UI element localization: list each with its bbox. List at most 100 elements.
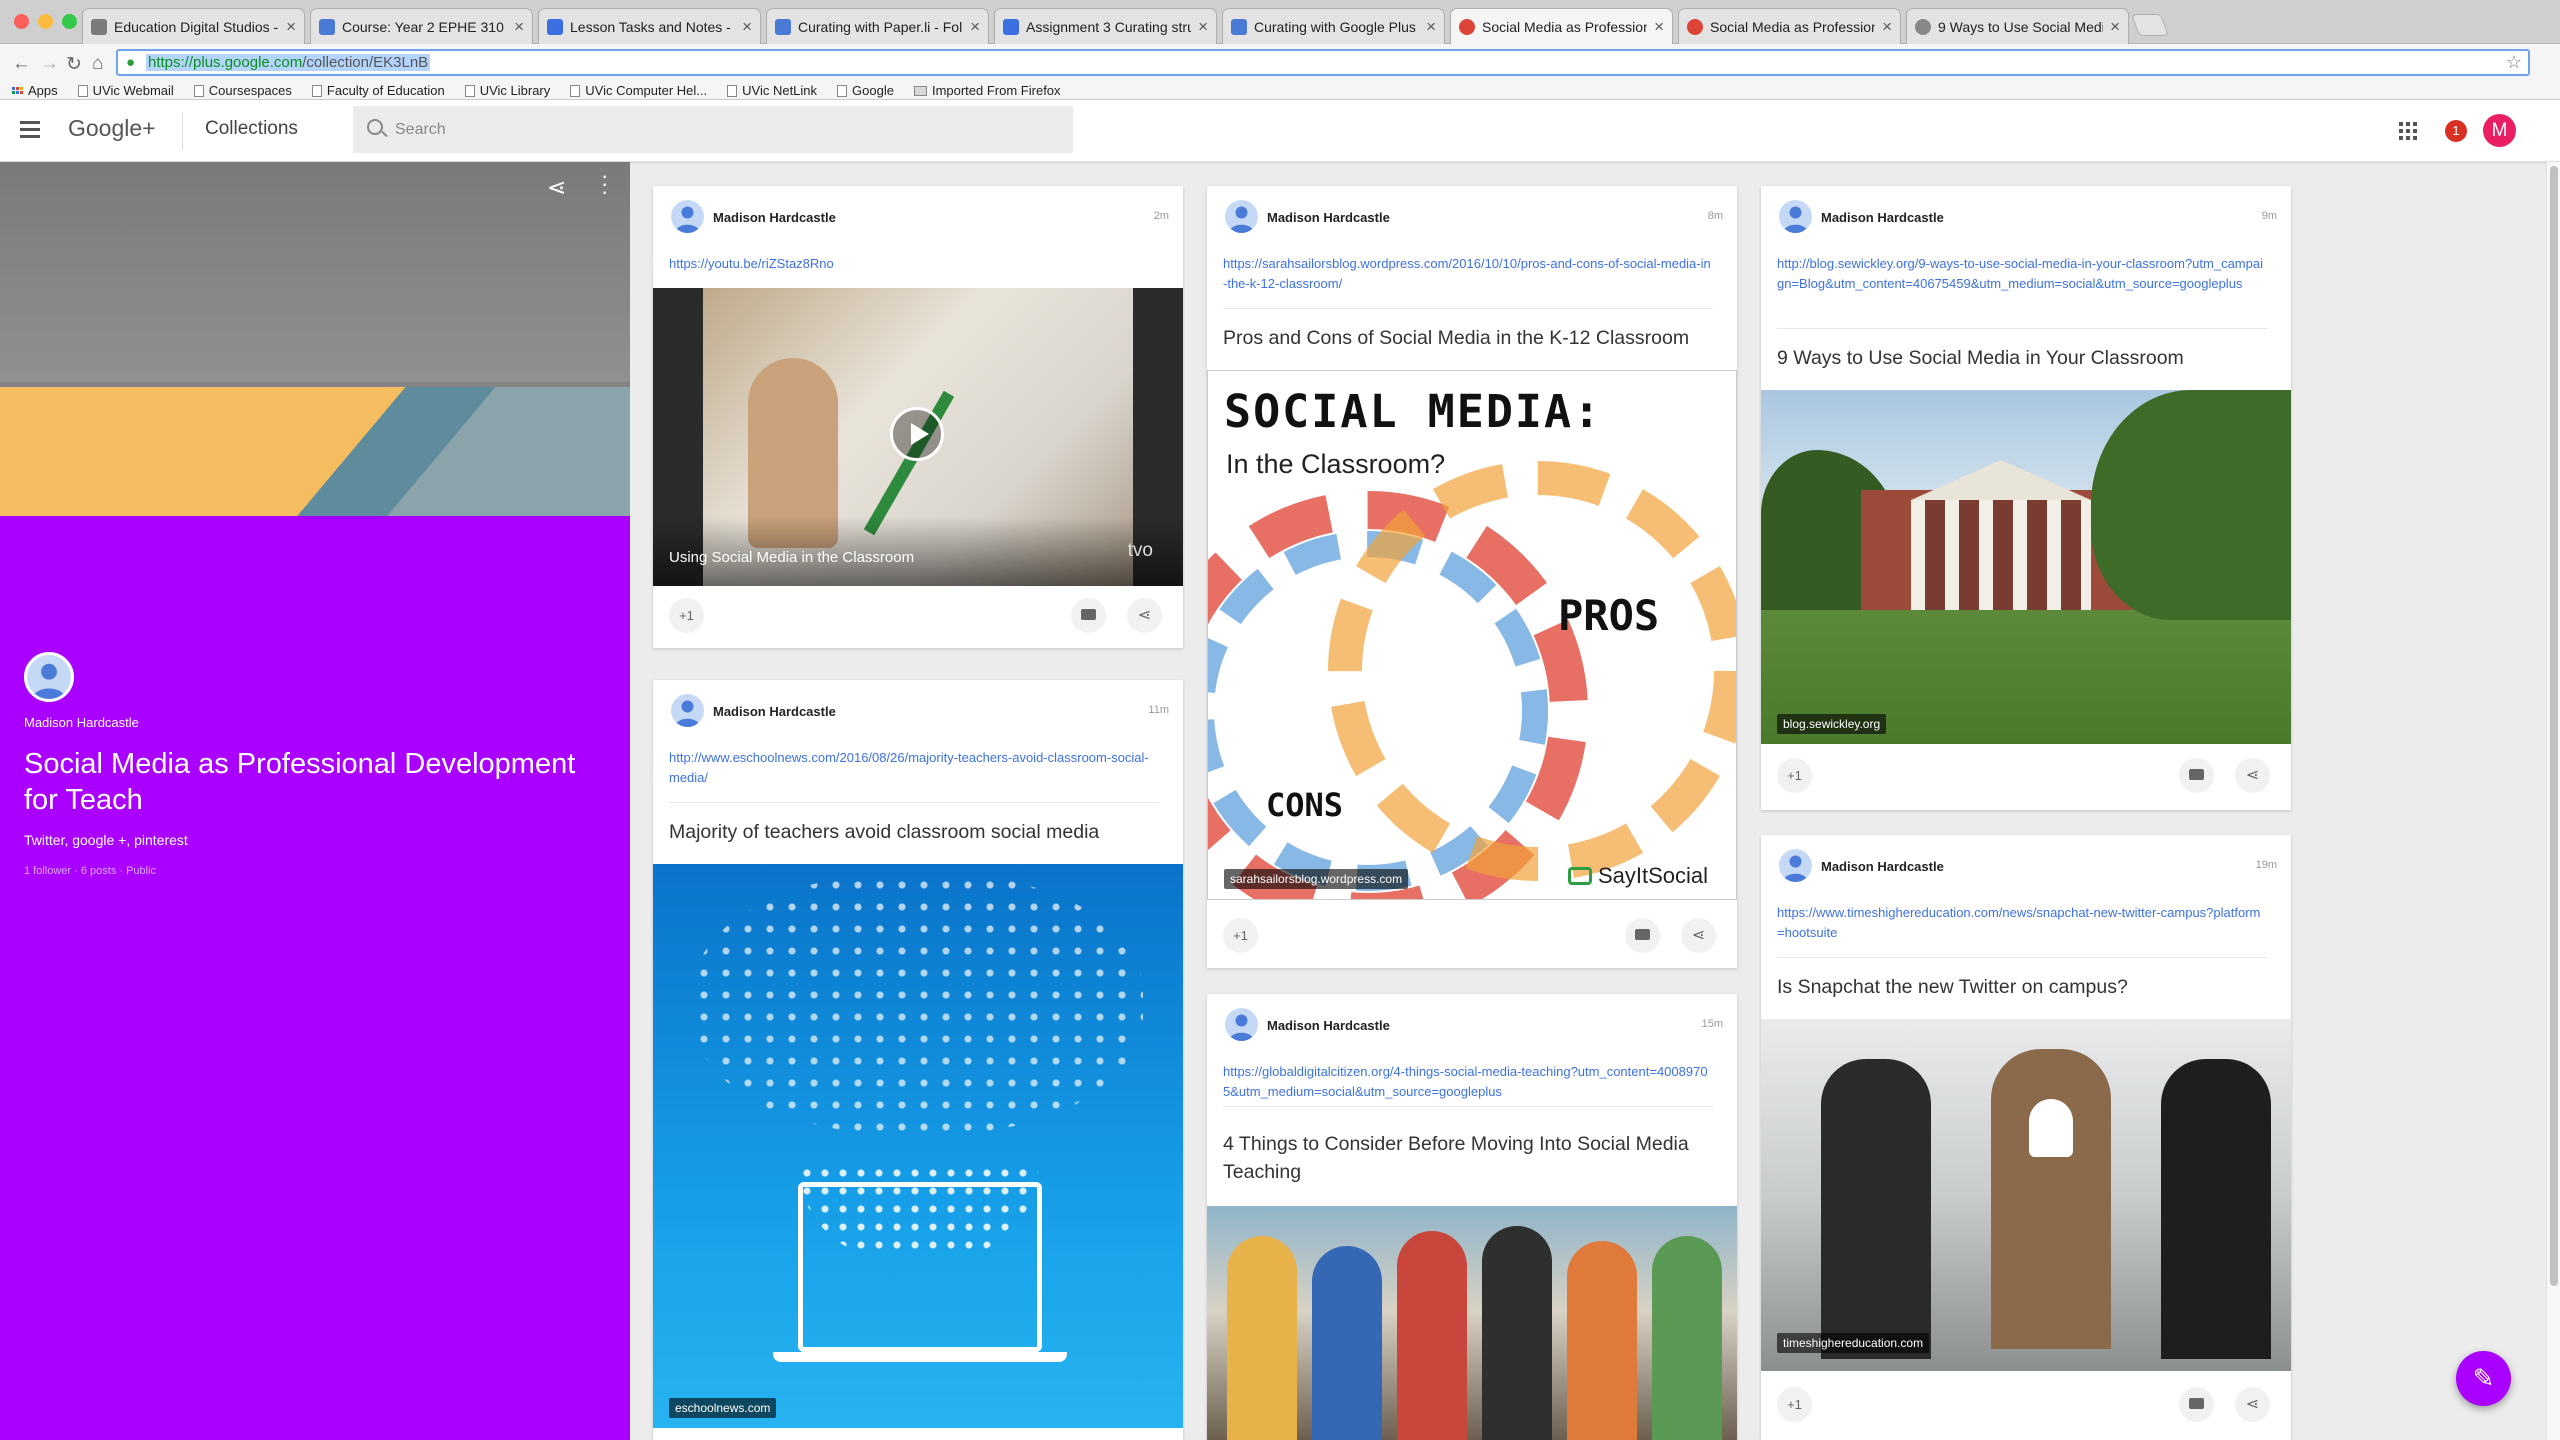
link-preview-image[interactable] (1207, 1206, 1737, 1440)
author-name[interactable]: Madison Hardcastle (1267, 1018, 1390, 1033)
close-tab-icon[interactable]: × (1198, 17, 1208, 37)
close-tab-icon[interactable]: × (1426, 17, 1436, 37)
google-plus-logo[interactable]: Google+ (68, 115, 156, 142)
bookmark-item[interactable]: UVic Webmail (77, 83, 174, 98)
plus-one-button[interactable]: +1 (1777, 758, 1812, 793)
close-window-button[interactable] (14, 14, 29, 29)
post-timestamp[interactable]: 9m (2262, 210, 2277, 222)
owner-name[interactable]: Madison Hardcastle (24, 715, 139, 730)
author-name[interactable]: Madison Hardcastle (1267, 210, 1390, 225)
post-card[interactable]: Madison Hardcastle 2m https://youtu.be/r… (653, 186, 1183, 648)
back-arrow-icon[interactable]: ← (12, 53, 31, 75)
reload-icon[interactable]: ↻ (66, 53, 82, 76)
browser-tab[interactable]: 9 Ways to Use Social Media × (1906, 8, 2129, 44)
link-preview-image[interactable]: timeshighereducation.com (1761, 1019, 2291, 1371)
plus-one-button[interactable]: +1 (1223, 918, 1258, 953)
close-tab-icon[interactable]: × (286, 17, 296, 37)
link-preview-image[interactable]: eschoolnews.com (653, 864, 1183, 1428)
close-tab-icon[interactable]: × (2110, 17, 2120, 37)
close-tab-icon[interactable]: × (1654, 17, 1664, 37)
bookmark-apps[interactable]: Apps (12, 83, 58, 98)
maximize-window-button[interactable] (62, 14, 77, 29)
share-icon[interactable]: ⋖ (1127, 598, 1162, 633)
post-card[interactable]: Madison Hardcastle 9m http://blog.sewick… (1761, 186, 2291, 810)
comment-icon[interactable] (1625, 918, 1660, 953)
bookmark-folder[interactable]: Imported From Firefox (913, 83, 1061, 98)
video-thumbnail[interactable]: Using Social Media in the Classroom tvo (653, 288, 1183, 586)
browser-tab[interactable]: Social Media as Professional × (1678, 8, 1901, 44)
post-link[interactable]: https://www.timeshighereducation.com/new… (1777, 903, 2267, 943)
plus-one-button[interactable]: +1 (669, 598, 704, 633)
new-tab-button[interactable] (2130, 14, 2170, 36)
bookmark-star-icon[interactable]: ☆ (2506, 52, 2522, 73)
link-title[interactable]: Majority of teachers avoid classroom soc… (669, 818, 1159, 846)
bookmark-item[interactable]: UVic Library (464, 83, 550, 98)
link-preview-image[interactable]: blog.sewickley.org (1761, 390, 2291, 744)
post-card[interactable]: Madison Hardcastle 8m https://sarahsailo… (1207, 186, 1737, 968)
post-card[interactable]: Madison Hardcastle 11m http://www.eschoo… (653, 680, 1183, 1440)
post-link[interactable]: http://www.eschoolnews.com/2016/08/26/ma… (669, 748, 1159, 788)
link-title[interactable]: 9 Ways to Use Social Media in Your Class… (1777, 344, 2267, 372)
post-timestamp[interactable]: 11m (1148, 704, 1169, 716)
bookmark-item[interactable]: UVic NetLink (727, 83, 817, 98)
share-icon[interactable]: ⋖ (1681, 918, 1716, 953)
author-name[interactable]: Madison Hardcastle (1821, 210, 1944, 225)
more-options-icon[interactable]: · · · (601, 165, 608, 203)
scrollbar-thumb[interactable] (2550, 166, 2558, 1286)
post-link[interactable]: https://sarahsailorsblog.wordpress.com/2… (1223, 254, 1713, 294)
browser-tab[interactable]: Course: Year 2 EPHE 310 and× (310, 8, 533, 44)
plus-one-button[interactable]: +1 (1777, 1387, 1812, 1422)
browser-tab[interactable]: Lesson Tasks and Notes - Go× (538, 8, 761, 44)
create-post-button[interactable]: ✎ (2456, 1351, 2511, 1406)
bookmark-item[interactable]: Faculty of Education (311, 83, 445, 98)
close-tab-icon[interactable]: × (970, 17, 980, 37)
hamburger-menu-icon[interactable] (20, 121, 40, 142)
search-input[interactable]: Search (353, 106, 1073, 153)
author-avatar[interactable] (1779, 200, 1812, 233)
forward-arrow-icon[interactable]: → (40, 53, 59, 75)
play-icon[interactable] (890, 407, 944, 461)
bookmark-item[interactable]: Coursespaces (193, 83, 292, 98)
post-timestamp[interactable]: 19m (2256, 859, 2277, 871)
post-card[interactable]: Madison Hardcastle 19m https://www.times… (1761, 835, 2291, 1440)
post-card[interactable]: Madison Hardcastle 15m https://globaldig… (1207, 994, 1737, 1440)
author-name[interactable]: Madison Hardcastle (1821, 859, 1944, 874)
comment-icon[interactable] (1071, 598, 1106, 633)
post-timestamp[interactable]: 2m (1154, 210, 1169, 222)
link-title[interactable]: 4 Things to Consider Before Moving Into … (1223, 1130, 1713, 1186)
browser-tab-active[interactable]: Social Media as Professional × (1450, 8, 1673, 44)
post-link[interactable]: http://blog.sewickley.org/9-ways-to-use-… (1777, 254, 2267, 294)
post-timestamp[interactable]: 15m (1702, 1018, 1723, 1030)
post-link[interactable]: https://globaldigitalcitizen.org/4-thing… (1223, 1062, 1713, 1102)
bookmark-item[interactable]: UVic Computer Hel... (570, 83, 707, 98)
author-name[interactable]: Madison Hardcastle (713, 704, 836, 719)
browser-tab[interactable]: Curating with Paper.li - Folio × (766, 8, 989, 44)
close-tab-icon[interactable]: × (742, 17, 752, 37)
browser-tab[interactable]: Education Digital Studios - Uv× (82, 8, 305, 44)
page-scrollbar[interactable] (2546, 162, 2560, 1440)
close-tab-icon[interactable]: × (1882, 17, 1892, 37)
author-avatar[interactable] (671, 200, 704, 233)
share-collection-icon[interactable]: ⋖ (547, 174, 566, 201)
url-input[interactable]: ● https://plus.google.com/collection/EK3… (116, 49, 2530, 76)
author-name[interactable]: Madison Hardcastle (713, 210, 836, 225)
close-tab-icon[interactable]: × (514, 17, 524, 37)
home-icon[interactable]: ⌂ (92, 53, 103, 75)
comment-icon[interactable] (2179, 1387, 2214, 1422)
author-avatar[interactable] (671, 694, 704, 727)
share-icon[interactable]: ⋖ (2235, 758, 2270, 793)
bookmark-item[interactable]: Google (837, 83, 894, 98)
comment-icon[interactable] (2179, 758, 2214, 793)
notifications-badge[interactable]: 1 (2445, 120, 2467, 142)
share-icon[interactable]: ⋖ (2235, 1387, 2270, 1422)
owner-avatar[interactable] (24, 652, 74, 702)
author-avatar[interactable] (1225, 1008, 1258, 1041)
browser-tab[interactable]: Assignment 3 Curating struct × (994, 8, 1217, 44)
google-apps-icon[interactable] (2399, 122, 2419, 140)
link-title[interactable]: Is Snapchat the new Twitter on campus? (1777, 973, 2267, 1001)
link-title[interactable]: Pros and Cons of Social Media in the K-1… (1223, 324, 1713, 352)
section-title[interactable]: Collections (205, 118, 298, 140)
author-avatar[interactable] (1779, 849, 1812, 882)
post-link[interactable]: https://youtu.be/riZStaz8Rno (669, 254, 1159, 274)
link-preview-image[interactable]: SOCIAL MEDIA: In the Classroom? PROS CON… (1207, 370, 1737, 900)
